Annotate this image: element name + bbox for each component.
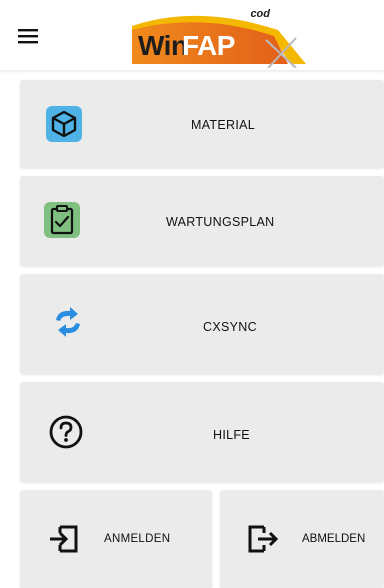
logout-icon [246,521,282,557]
menu-tile-label: CXSYNC [203,320,257,334]
help-circle-icon [48,414,84,450]
hamburger-menu-button[interactable] [16,24,44,48]
winfap-logo: Win FAP cod [128,8,308,68]
app-header: Win FAP cod [0,0,384,70]
login-icon [46,521,82,557]
company-mark: cod [250,8,270,20]
menu-tile-label: HILFE [213,428,250,442]
menu-tile-material[interactable]: MATERIAL [20,80,384,168]
logo-text-win: Win [138,30,188,61]
login-button-label: ANMELDEN [104,533,171,545]
menu-tile-hilfe[interactable]: HILFE [20,382,384,482]
clipboard-check-icon [44,202,80,238]
logout-button[interactable]: ABMELDEN [220,490,384,588]
logo-text-fap: FAP [182,30,235,61]
menu-tile-wartungsplan[interactable]: WARTUNGSPLAN [20,176,384,266]
menu-tile-cxsync[interactable]: CXSYNC [20,274,384,374]
hamburger-menu-icon [18,29,38,44]
logout-button-label: ABMELDEN [302,533,366,545]
menu-tile-label: MATERIAL [191,118,255,132]
login-button[interactable]: ANMELDEN [20,490,212,588]
cube-icon [46,106,82,142]
sync-arrows-icon [50,304,86,340]
menu-tile-label: WARTUNGSPLAN [166,215,275,229]
